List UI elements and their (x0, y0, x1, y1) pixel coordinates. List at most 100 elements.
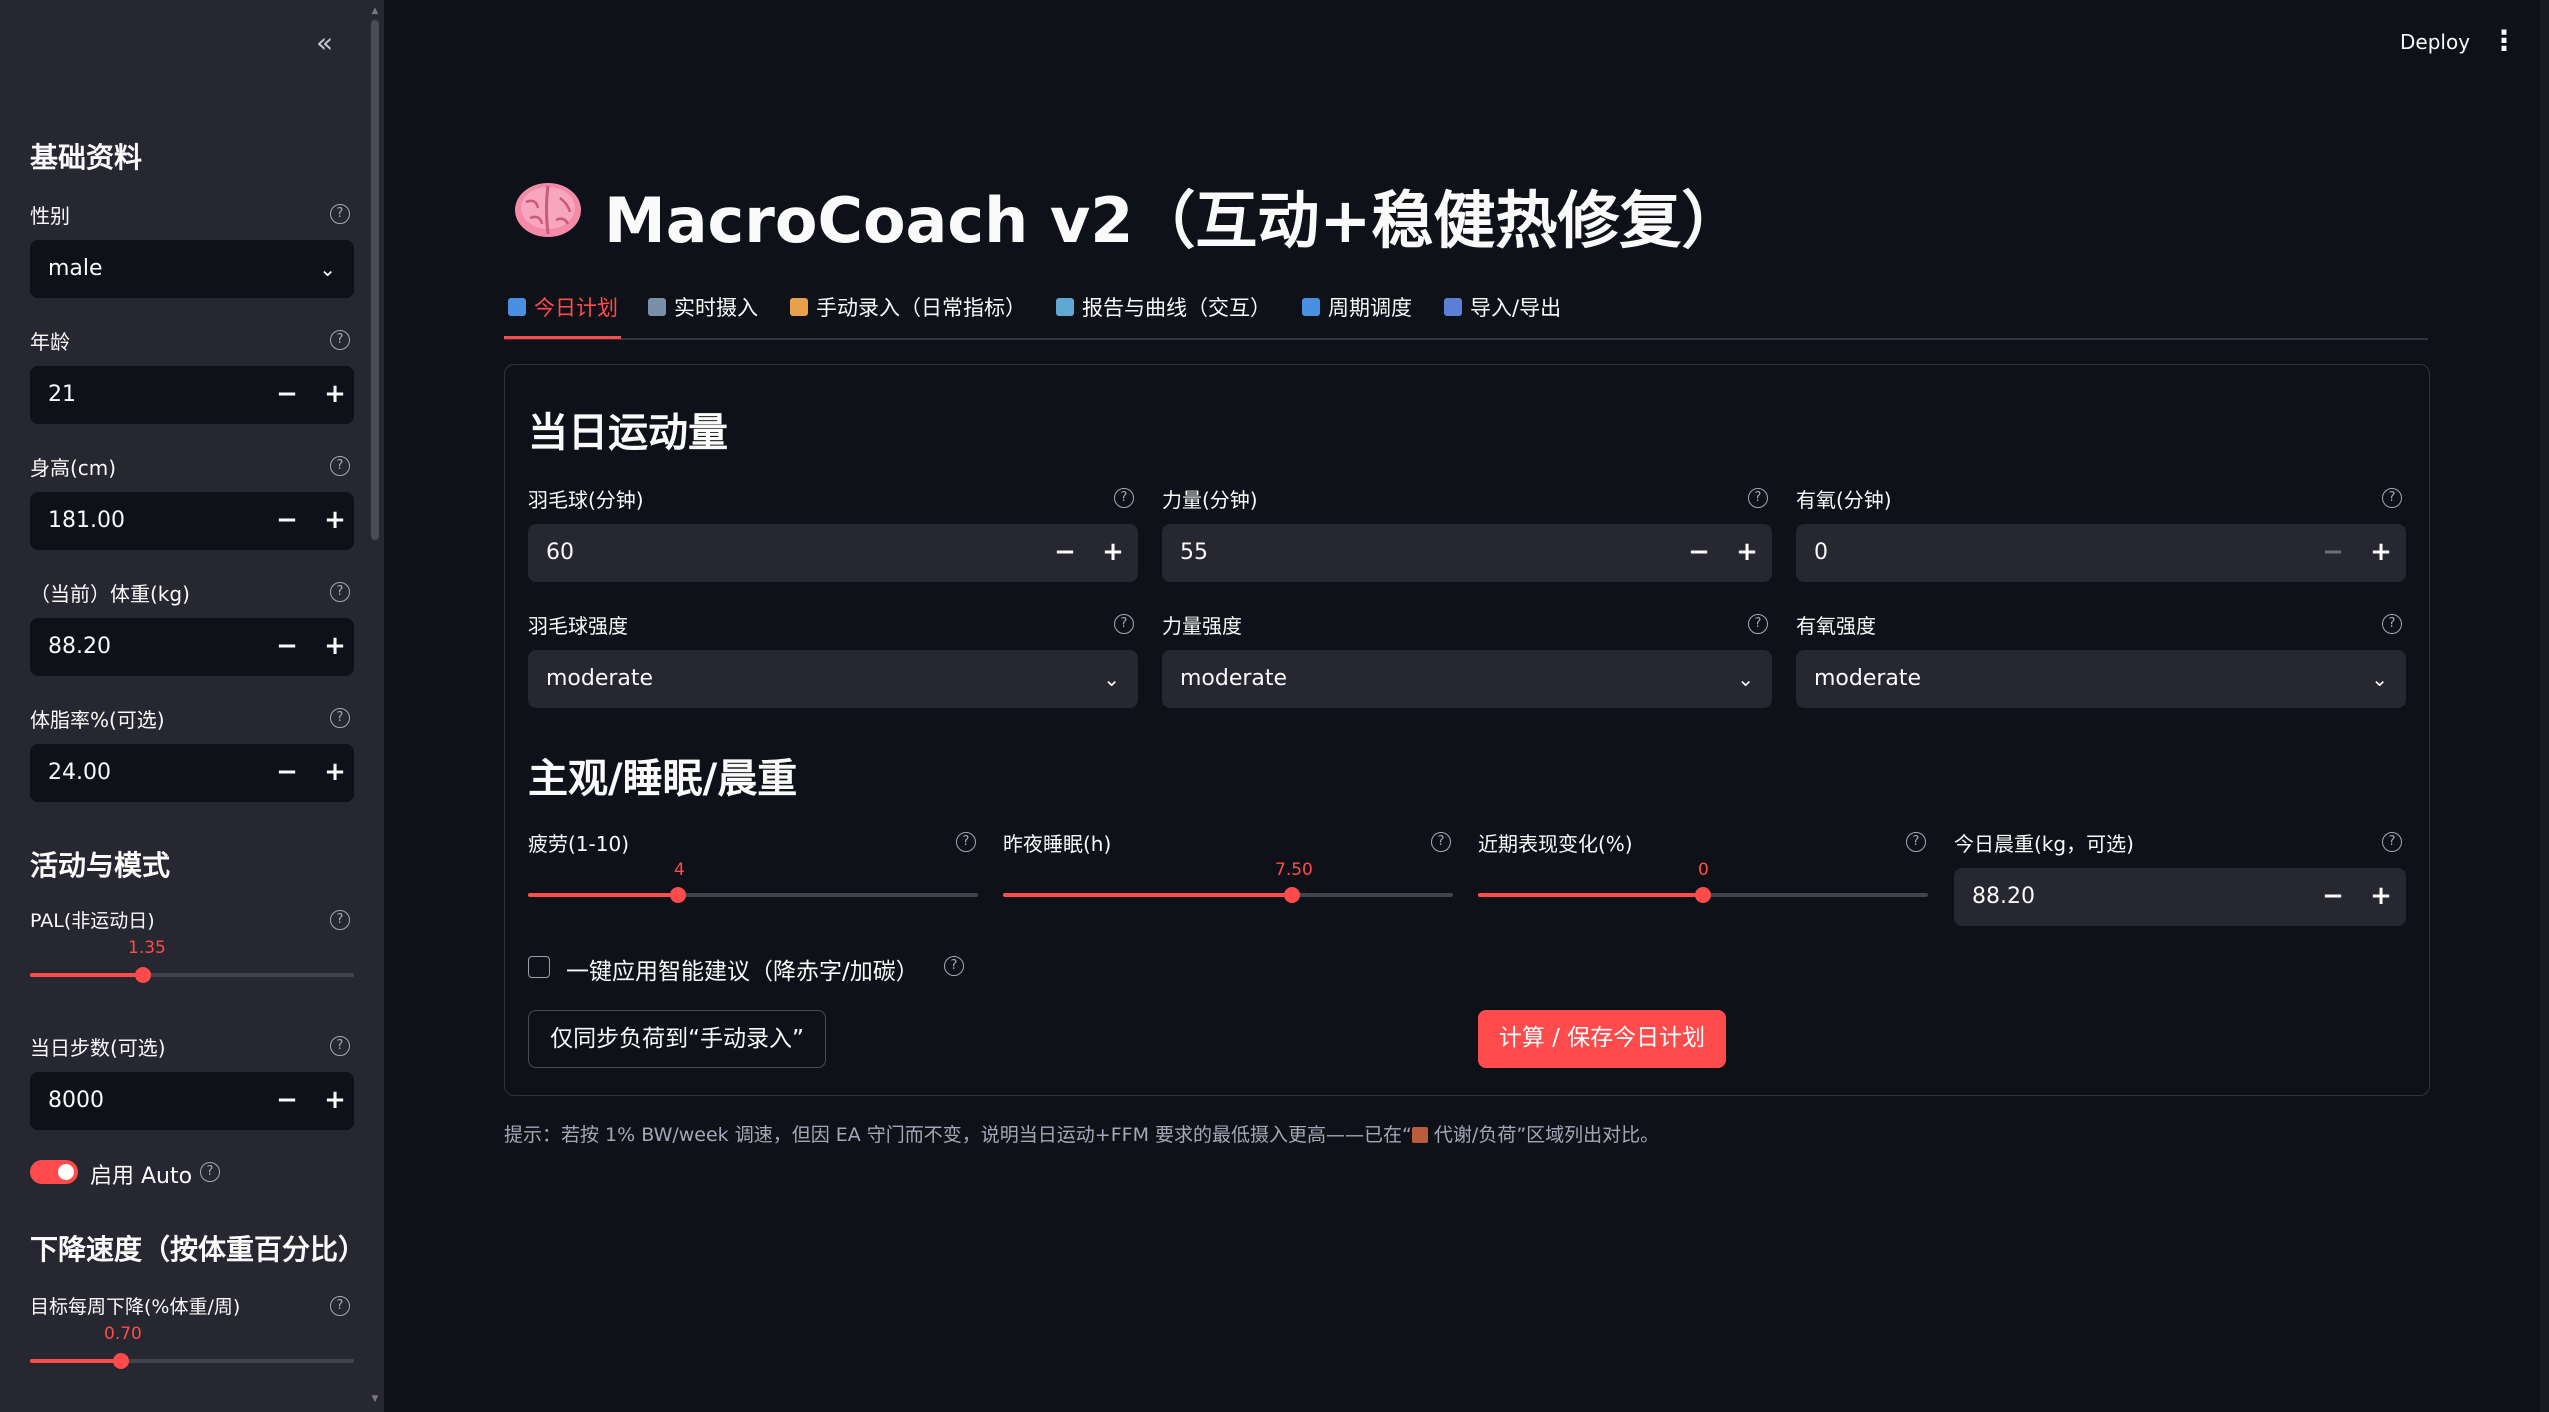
help-icon[interactable]: ? (330, 1296, 350, 1316)
help-icon[interactable]: ? (200, 1162, 220, 1182)
increment-button[interactable]: + (312, 618, 358, 676)
smart-apply-checkbox[interactable] (528, 956, 550, 978)
help-icon[interactable]: ? (1748, 614, 1768, 634)
tab-manual-entry[interactable]: 手动录入（日常指标） (790, 290, 1026, 324)
decrement-button[interactable]: − (264, 618, 310, 676)
bodyfat-label: 体脂率%(可选) (30, 708, 165, 732)
kebab-menu-icon[interactable]: ⋮ (2490, 24, 2518, 57)
help-icon[interactable]: ? (330, 708, 350, 728)
morning-weight-input[interactable]: 88.20 − + (1954, 868, 2406, 926)
rate-label: 目标每周下降(%体重/周) (30, 1296, 241, 1318)
increment-button[interactable]: + (312, 492, 358, 550)
sidebar-scrollbar[interactable]: ▲ ▼ (371, 6, 379, 1406)
increment-button[interactable]: + (312, 744, 358, 802)
pal-slider-value: 1.35 (128, 938, 166, 958)
help-icon[interactable]: ? (944, 956, 964, 976)
decrement-button[interactable]: − (264, 366, 310, 424)
weight-value: 88.20 (48, 634, 111, 659)
strength-int-select[interactable]: moderate ⌄ (1162, 650, 1772, 708)
decrement-button[interactable]: − (264, 744, 310, 802)
badminton-int-select[interactable]: moderate ⌄ (528, 650, 1138, 708)
chevron-down-icon: ⌄ (319, 257, 336, 281)
increment-button[interactable]: + (312, 366, 358, 424)
badminton-min-input[interactable]: 60 − + (528, 524, 1138, 582)
help-icon[interactable]: ? (1906, 832, 1926, 852)
memo-icon (790, 298, 808, 316)
help-icon[interactable]: ? (956, 832, 976, 852)
decrement-button[interactable]: − (1042, 524, 1088, 582)
gender-label: 性别 (30, 204, 70, 228)
scroll-up-icon[interactable]: ▲ (371, 6, 379, 16)
abacus-icon (1411, 1127, 1428, 1143)
sync-load-button[interactable]: 仅同步负荷到“手动录入” (528, 1010, 826, 1068)
increment-button[interactable]: + (1090, 524, 1136, 582)
help-icon[interactable]: ? (1114, 488, 1134, 508)
smart-apply-label: 一键应用智能建议（降赤字/加碳） (566, 959, 919, 985)
scroll-down-icon[interactable]: ▼ (371, 1394, 379, 1404)
slider-thumb[interactable] (112, 1353, 129, 1369)
section-header-rate: 下降速度（按体重百分比） (30, 1233, 367, 1266)
slider-thumb[interactable] (1695, 887, 1711, 903)
help-icon[interactable]: ? (1431, 832, 1451, 852)
main-scrollbar[interactable] (2540, 0, 2549, 1412)
increment-button[interactable]: + (312, 1072, 358, 1130)
help-icon[interactable]: ? (2382, 832, 2402, 852)
form-card (504, 364, 2430, 1096)
steps-input[interactable]: 8000 − + (30, 1072, 354, 1130)
help-icon[interactable]: ? (1748, 488, 1768, 508)
help-icon[interactable]: ? (330, 1036, 350, 1056)
deploy-button[interactable]: Deploy (2400, 30, 2470, 54)
decrement-button[interactable]: − (264, 1072, 310, 1130)
help-icon[interactable]: ? (2382, 488, 2402, 508)
collapse-sidebar-icon[interactable]: « (316, 28, 344, 62)
scrollbar-thumb[interactable] (371, 20, 379, 540)
slider-thumb[interactable] (669, 887, 686, 903)
age-input[interactable]: 21 − + (30, 366, 354, 424)
sleep-slider[interactable] (1003, 887, 1453, 903)
badminton-int-label: 羽毛球强度 (528, 614, 628, 638)
perf-slider-value: 0 (1698, 860, 1709, 880)
fatigue-slider[interactable] (528, 887, 978, 903)
increment-button[interactable]: + (2358, 524, 2404, 582)
rate-slider-value: 0.70 (104, 1324, 142, 1344)
chevron-down-icon: ⌄ (1737, 667, 1754, 691)
tab-reports[interactable]: 报告与曲线（交互） (1056, 290, 1271, 324)
help-icon[interactable]: ? (330, 204, 350, 224)
weight-input[interactable]: 88.20 − + (30, 618, 354, 676)
decrement-button[interactable]: − (2310, 868, 2356, 926)
help-icon[interactable]: ? (330, 910, 350, 930)
auto-toggle[interactable] (30, 1160, 78, 1184)
tip-text-tail: 代谢/负荷”区域列出对比。 (1427, 1124, 1660, 1146)
inbox-icon (1444, 298, 1462, 316)
decrement-button[interactable]: − (264, 492, 310, 550)
cardio-int-select[interactable]: moderate ⌄ (1796, 650, 2406, 708)
help-icon[interactable]: ? (330, 456, 350, 476)
rate-slider[interactable] (30, 1353, 354, 1369)
chevron-down-icon: ⌄ (2371, 667, 2388, 691)
save-plan-button[interactable]: 计算 / 保存今日计划 (1478, 1010, 1726, 1068)
tip-text: 提示：若按 1% BW/week 调速，但因 EA 守门而不变，说明当日运动+F… (504, 1120, 1659, 1147)
help-icon[interactable]: ? (2382, 614, 2402, 634)
slider-fill (1003, 893, 1293, 897)
tab-cycle-schedule[interactable]: 周期调度 (1302, 290, 1412, 324)
increment-button[interactable]: + (2358, 868, 2404, 926)
help-icon[interactable]: ? (330, 582, 350, 602)
help-icon[interactable]: ? (330, 330, 350, 350)
increment-button[interactable]: + (1724, 524, 1770, 582)
slider-thumb[interactable] (135, 967, 152, 983)
gender-select[interactable]: male ⌄ (30, 240, 354, 298)
perf-slider[interactable] (1478, 887, 1928, 903)
bodyfat-input[interactable]: 24.00 − + (30, 744, 354, 802)
cardio-min-input[interactable]: 0 − + (1796, 524, 2406, 582)
tab-today-plan[interactable]: 今日计划 (508, 290, 618, 324)
section-header-basic: 基础资料 (30, 141, 143, 174)
tab-realtime-intake[interactable]: 实时摄入 (648, 290, 758, 324)
height-input[interactable]: 181.00 − + (30, 492, 354, 550)
chevron-down-icon: ⌄ (1103, 667, 1120, 691)
help-icon[interactable]: ? (1114, 614, 1134, 634)
tab-import-export[interactable]: 导入/导出 (1444, 290, 1561, 324)
strength-min-input[interactable]: 55 − + (1162, 524, 1772, 582)
decrement-button[interactable]: − (2310, 524, 2356, 582)
decrement-button[interactable]: − (1676, 524, 1722, 582)
pal-slider[interactable] (30, 967, 354, 983)
